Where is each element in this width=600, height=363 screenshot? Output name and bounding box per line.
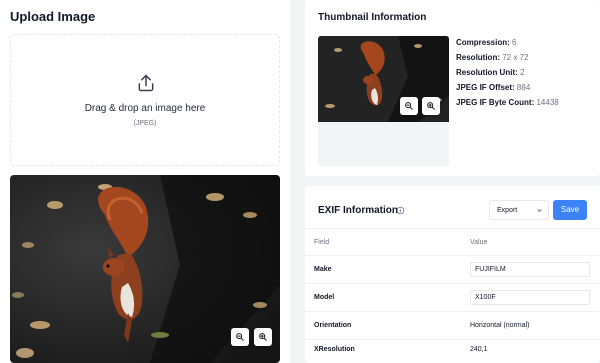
zoom-in-button[interactable] [254, 328, 272, 346]
upload-panel: Upload Image Drag & drop an image here (… [0, 0, 290, 363]
column-header-value: Value [470, 239, 488, 246]
thumbnail-frame [318, 36, 449, 166]
row-value: Horizontal (normal) [470, 322, 530, 329]
zoom-in-icon [259, 333, 267, 341]
table-row: Model X100F [305, 284, 600, 312]
zoom-out-icon [236, 333, 244, 341]
thumbnail-info-list: Compression: 6 Resolution: 72 x 72 Resol… [456, 35, 559, 110]
exif-table-header: Field Value [305, 228, 600, 256]
image-preview [10, 175, 280, 363]
info-jpeg-if-offset: JPEG IF Offset: 884 [456, 83, 531, 92]
dropzone-format-hint: (JPEG) [133, 120, 157, 127]
info-jpeg-if-byte-count: JPEG IF Byte Count: 14438 [456, 98, 559, 107]
row-value: 240,1 [470, 346, 488, 353]
save-button[interactable]: Save [553, 200, 587, 220]
thumbnail-title: Thumbnail Information [318, 12, 427, 23]
row-field: XResolution [314, 346, 355, 353]
info-icon[interactable] [396, 206, 405, 215]
exif-title: EXIF Information [318, 205, 398, 216]
table-row: Make FUJIFILM [305, 256, 600, 284]
export-select[interactable]: Export [489, 200, 549, 220]
image-dropzone[interactable]: Drag & drop an image here (JPEG) [10, 34, 280, 166]
export-select-value: Export [497, 207, 518, 214]
dropzone-text: Drag & drop an image here [84, 103, 206, 114]
upload-icon [138, 74, 154, 92]
thumbnail-zoom-in-button[interactable] [422, 97, 440, 115]
thumbnail-card: Thumbnail Information Compression: 6 Res… [305, 0, 600, 176]
thumbnail-zoom-out-button[interactable] [400, 97, 418, 115]
info-compression: Compression: 6 [456, 38, 517, 47]
zoom-out-icon [405, 102, 413, 110]
column-header-field: Field [314, 239, 330, 246]
row-field: Model [314, 294, 335, 301]
zoom-out-button[interactable] [231, 328, 249, 346]
exif-card: EXIF Information Export Save Field Value… [305, 186, 600, 363]
row-value-input[interactable]: X100F [470, 290, 590, 305]
row-value-input[interactable]: FUJIFILM [470, 262, 590, 277]
zoom-in-icon [427, 102, 435, 110]
info-resolution: Resolution: 72 x 72 [456, 53, 529, 62]
row-field: Orientation [314, 322, 352, 329]
upload-title: Upload Image [10, 9, 96, 24]
info-resolution-unit: Resolution Unit: 2 [456, 68, 525, 77]
chevron-down-icon [537, 209, 542, 212]
table-row: XResolution 240,1 [305, 336, 600, 363]
thumbnail-image [318, 36, 449, 122]
row-field: Make [314, 266, 332, 273]
